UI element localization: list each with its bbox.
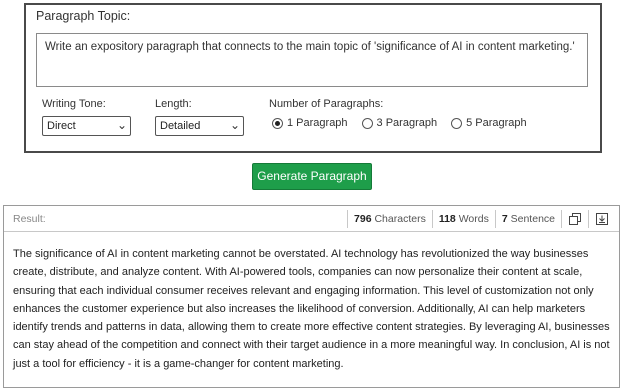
sentence-stat: 7 Sentence — [494, 210, 561, 228]
characters-stat: 796 Characters — [347, 210, 432, 228]
topic-label: Paragraph Topic: — [36, 9, 131, 23]
result-stats: 796 Characters 118 Words 7 Sentence — [347, 210, 615, 228]
copy-icon — [569, 213, 581, 225]
words-stat: 118 Words — [431, 210, 495, 228]
num-paragraphs-radio-group: 1 Paragraph 3 Paragraph 5 Paragraph — [272, 117, 527, 129]
result-text: The significance of AI in content market… — [13, 248, 610, 370]
radio-3-paragraph[interactable]: 3 Paragraph — [361, 117, 438, 129]
sentence-label: Sentence — [510, 213, 555, 225]
topic-textarea[interactable]: Write an expository paragraph that conne… — [36, 33, 588, 87]
radio-unchecked-icon[interactable] — [361, 117, 373, 129]
chevron-down-icon: ⌄ — [229, 118, 240, 132]
characters-label: Characters — [374, 213, 426, 225]
radio-1-paragraph[interactable]: 1 Paragraph — [272, 117, 348, 129]
download-icon — [596, 213, 608, 225]
copy-button[interactable] — [561, 210, 588, 228]
result-panel: Result: 796 Characters 118 Words 7 Sente… — [3, 205, 620, 388]
result-label: Result: — [13, 213, 46, 225]
radio-label: 3 Paragraph — [376, 117, 438, 129]
result-header: Result: 796 Characters 118 Words 7 Sente… — [4, 206, 619, 232]
tone-select[interactable]: Direct ⌄ — [42, 116, 131, 136]
length-value: Detailed — [160, 120, 201, 132]
chevron-down-icon: ⌄ — [116, 118, 127, 132]
paragraph-form: Paragraph Topic: Write an expository par… — [24, 3, 602, 153]
radio-label: 5 Paragraph — [466, 117, 527, 129]
characters-count: 796 — [354, 213, 372, 225]
length-select[interactable]: Detailed ⌄ — [155, 116, 244, 136]
sentence-count: 7 — [501, 213, 508, 225]
tone-label: Writing Tone: — [42, 98, 106, 110]
length-label: Length: — [155, 98, 192, 110]
radio-5-paragraph[interactable]: 5 Paragraph — [451, 117, 527, 129]
radio-label: 1 Paragraph — [287, 117, 348, 129]
words-label: Words — [458, 213, 489, 225]
download-button[interactable] — [588, 210, 615, 228]
tone-value: Direct — [47, 120, 76, 132]
num-paragraphs-label: Number of Paragraphs: — [269, 98, 384, 110]
words-count: 118 — [438, 213, 456, 225]
generate-paragraph-button[interactable]: Generate Paragraph — [252, 163, 372, 190]
radio-unchecked-icon[interactable] — [451, 117, 463, 129]
radio-checked-icon[interactable] — [272, 117, 283, 129]
